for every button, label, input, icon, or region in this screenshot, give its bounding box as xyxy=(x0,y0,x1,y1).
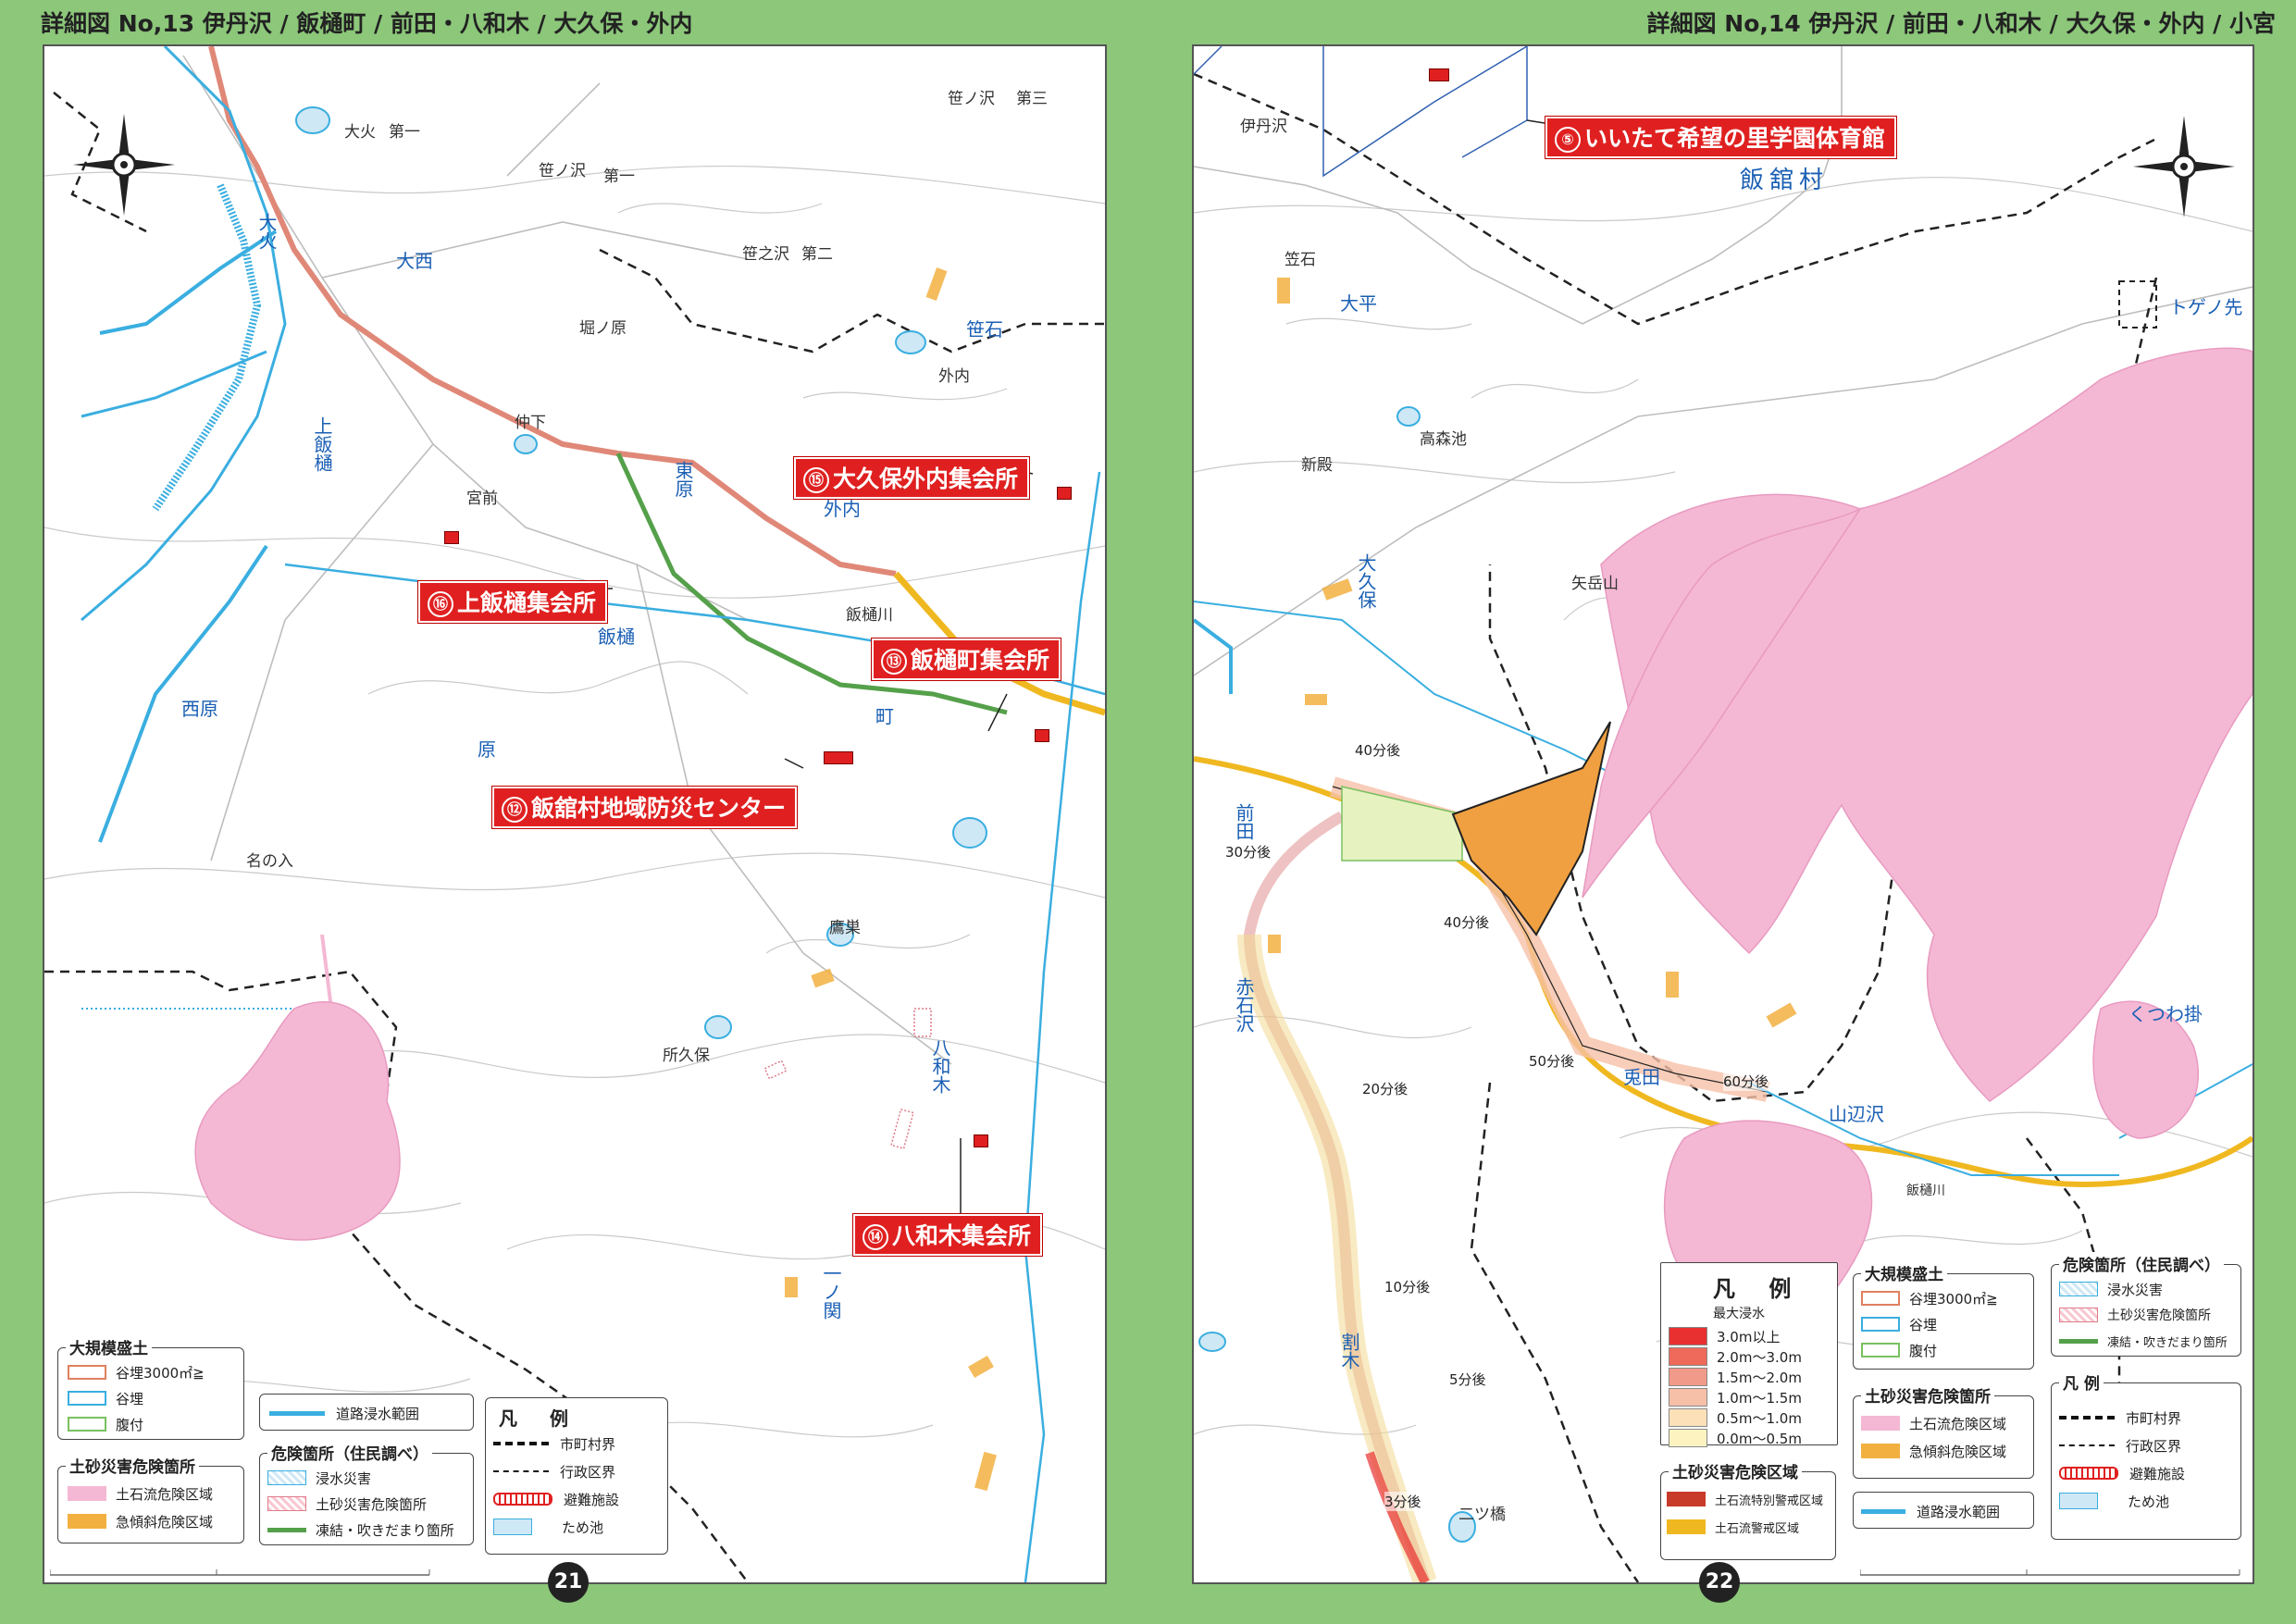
place-label: 外内 xyxy=(938,367,970,386)
place-label: 飯樋川 xyxy=(846,606,893,625)
place-label: 飯樋 xyxy=(598,626,635,648)
place-label: 高森池 xyxy=(1420,430,1467,449)
depth-swatch xyxy=(1669,1388,1707,1407)
place-label: 町 xyxy=(875,705,894,727)
page-number: 22 xyxy=(1699,1562,1740,1603)
depth-swatch xyxy=(1669,1368,1707,1386)
shelter-marker-icon[interactable] xyxy=(1429,68,1449,81)
arrival-time-label: 10分後 xyxy=(1384,1277,1431,1296)
place-label: 伊丹沢 xyxy=(1240,118,1287,136)
place-label: 笠石 xyxy=(1285,251,1316,269)
place-label: 割木 xyxy=(1338,1333,1360,1370)
place-label: 赤石沢 xyxy=(1233,977,1255,1033)
place-label: 東原 xyxy=(672,461,694,498)
place-label: 大平 xyxy=(1340,292,1377,315)
place-label: 所久保 xyxy=(663,1047,710,1065)
place-label: 笹之沢 xyxy=(742,245,789,264)
depth-swatch xyxy=(1669,1347,1707,1366)
arrival-time-label: 50分後 xyxy=(1529,1051,1575,1071)
place-label: 笹ノ沢 xyxy=(539,162,586,180)
arrival-time-label: 60分後 xyxy=(1723,1072,1769,1091)
place-label: くつわ掛 xyxy=(2128,1003,2203,1025)
place-label: 第一 xyxy=(603,167,635,186)
shelter-marker-icon[interactable] xyxy=(1057,487,1072,500)
arrival-time-label: 20分後 xyxy=(1362,1079,1409,1098)
facility-label[interactable]: ⑬ 飯樋町集会所 xyxy=(872,638,1061,680)
legend-road-flood: 道路浸水範囲 xyxy=(1853,1492,2034,1529)
place-label: 第一 xyxy=(389,123,420,142)
depth-swatch xyxy=(1669,1327,1707,1345)
legend-sediment: 土砂災害危険箇所 土石流危険区域 急傾斜危険区域 xyxy=(57,1454,244,1543)
place-label: 堀ノ原 xyxy=(579,319,627,338)
place-label: 飯舘村 xyxy=(1740,167,1830,194)
legend-sediment-flow-zone: 土砂災害危険区域 土石流特別警戒区域 土石流警戒区域 xyxy=(1660,1459,1836,1560)
place-label: 大火 xyxy=(255,213,278,250)
place-label: 大火 xyxy=(344,123,376,142)
shelter-marker-icon[interactable] xyxy=(974,1134,988,1147)
right-scale-bar xyxy=(1860,1569,2240,1576)
page-number: 21 xyxy=(548,1562,589,1603)
place-label: 仲下 xyxy=(515,414,546,432)
arrival-time-label: 5分後 xyxy=(1449,1370,1486,1389)
place-label: 大西 xyxy=(396,250,433,272)
place-label: 矢岳山 xyxy=(1571,575,1619,593)
place-label: 鷹巣 xyxy=(829,919,861,937)
place-label: 新殿 xyxy=(1301,456,1333,475)
right-page-header: 詳細図 No,14 伊丹沢 / 前田・八和木 / 大久保・外内 / 小宮 xyxy=(1646,10,2276,37)
place-label: 宮前 xyxy=(466,490,498,508)
legend-large-fill: 大規模盛土 谷埋3000㎡≧ 谷埋 腹付 xyxy=(1853,1261,2034,1370)
place-label: 八和木 xyxy=(929,1038,951,1094)
place-label: 西原 xyxy=(181,698,218,720)
legend-danger: 危険箇所（住民調べ） 浸水災害 土砂災害危険箇所 凍結・吹きだまり箇所 xyxy=(2051,1252,2241,1357)
facility-label[interactable]: ⑮ 大久保外内集会所 xyxy=(794,457,1030,499)
left-page-header: 詳細図 No,13 伊丹沢 / 飯樋町 / 前田・八和木 / 大久保・外内 xyxy=(41,10,693,37)
arrival-time-label: 40分後 xyxy=(1355,740,1401,760)
place-label: 第二 xyxy=(801,245,833,264)
legend-large-fill: 大規模盛土 谷埋3000㎡≧ 谷埋 腹付 xyxy=(57,1335,244,1440)
facility-label[interactable]: ⑫ 飯舘村地域防災センター xyxy=(492,787,798,828)
legend-danger: 危険箇所（住民調べ） 浸水災害 土砂災害危険箇所 凍結・吹きだまり箇所 xyxy=(259,1441,474,1545)
place-label: 名の入 xyxy=(246,852,293,871)
place-label: 上飯樋 xyxy=(311,416,333,472)
depth-swatch xyxy=(1669,1408,1707,1427)
place-label: 二ツ橋 xyxy=(1458,1506,1506,1524)
arrival-time-label: 30分後 xyxy=(1225,842,1272,862)
place-label: 大久保 xyxy=(1355,553,1377,609)
legend-hanrei: 凡 例 市町村界 行政区界 避難施設 ため池 xyxy=(485,1397,668,1555)
place-label: トゲノ先 xyxy=(2169,296,2243,318)
shelter-marker-icon[interactable] xyxy=(444,531,459,544)
facility-label[interactable]: ⑭ 八和木集会所 xyxy=(853,1214,1043,1256)
place-label: 笹石 xyxy=(966,318,1003,341)
place-label: 山辺沢 xyxy=(1829,1103,1884,1125)
place-label: 前田 xyxy=(1233,803,1255,840)
legend-hanrei: 凡 例 市町村界 行政区界 避難施設 ため池 xyxy=(2051,1370,2241,1540)
place-label: 飯樋川 xyxy=(1906,1184,1945,1198)
place-label: 第三 xyxy=(1016,90,1048,108)
shelter-marker-icon[interactable] xyxy=(824,751,853,764)
right-map[interactable]: 伊丹沢 飯舘村 笠石 大平 トゲノ先 高森池 新殿 大久保 矢岳山 前田 赤石沢… xyxy=(1192,44,2254,1584)
place-label: 一ノ関 xyxy=(820,1264,842,1320)
legend-sediment: 土砂災害危険箇所 土石流危険区域 急傾斜危険区域 xyxy=(1853,1383,2034,1479)
left-scale-bar xyxy=(50,1569,430,1576)
facility-label[interactable]: ⑤ いいたて希望の里学園体育館 xyxy=(1545,117,1897,158)
place-label: 兎田 xyxy=(1623,1066,1660,1088)
arrival-time-label: 3分後 xyxy=(1384,1492,1421,1511)
arrival-time-label: 40分後 xyxy=(1444,912,1490,932)
depth-swatch xyxy=(1669,1429,1707,1447)
facility-label[interactable]: ⑯ 上飯樋集会所 xyxy=(418,581,608,623)
place-label: 原 xyxy=(478,738,496,761)
legend-road-flood: 道路浸水範囲 xyxy=(259,1394,474,1431)
right-north-arrow-icon xyxy=(2133,116,2235,217)
shelter-marker-icon[interactable] xyxy=(1035,729,1049,742)
left-north-arrow-icon xyxy=(73,114,175,216)
legend-inundation-depth: 凡 例 最大浸水 3.0m以上 2.0m～3.0m 1.5m～2.0m 1.0m… xyxy=(1660,1262,1838,1447)
left-map[interactable]: 大火 第一 笹ノ沢 第一 笹ノ沢 第三 大火 大西 笹之沢 第二 堀ノ原 笹石 … xyxy=(43,44,1107,1584)
place-label: 笹ノ沢 xyxy=(948,90,995,108)
